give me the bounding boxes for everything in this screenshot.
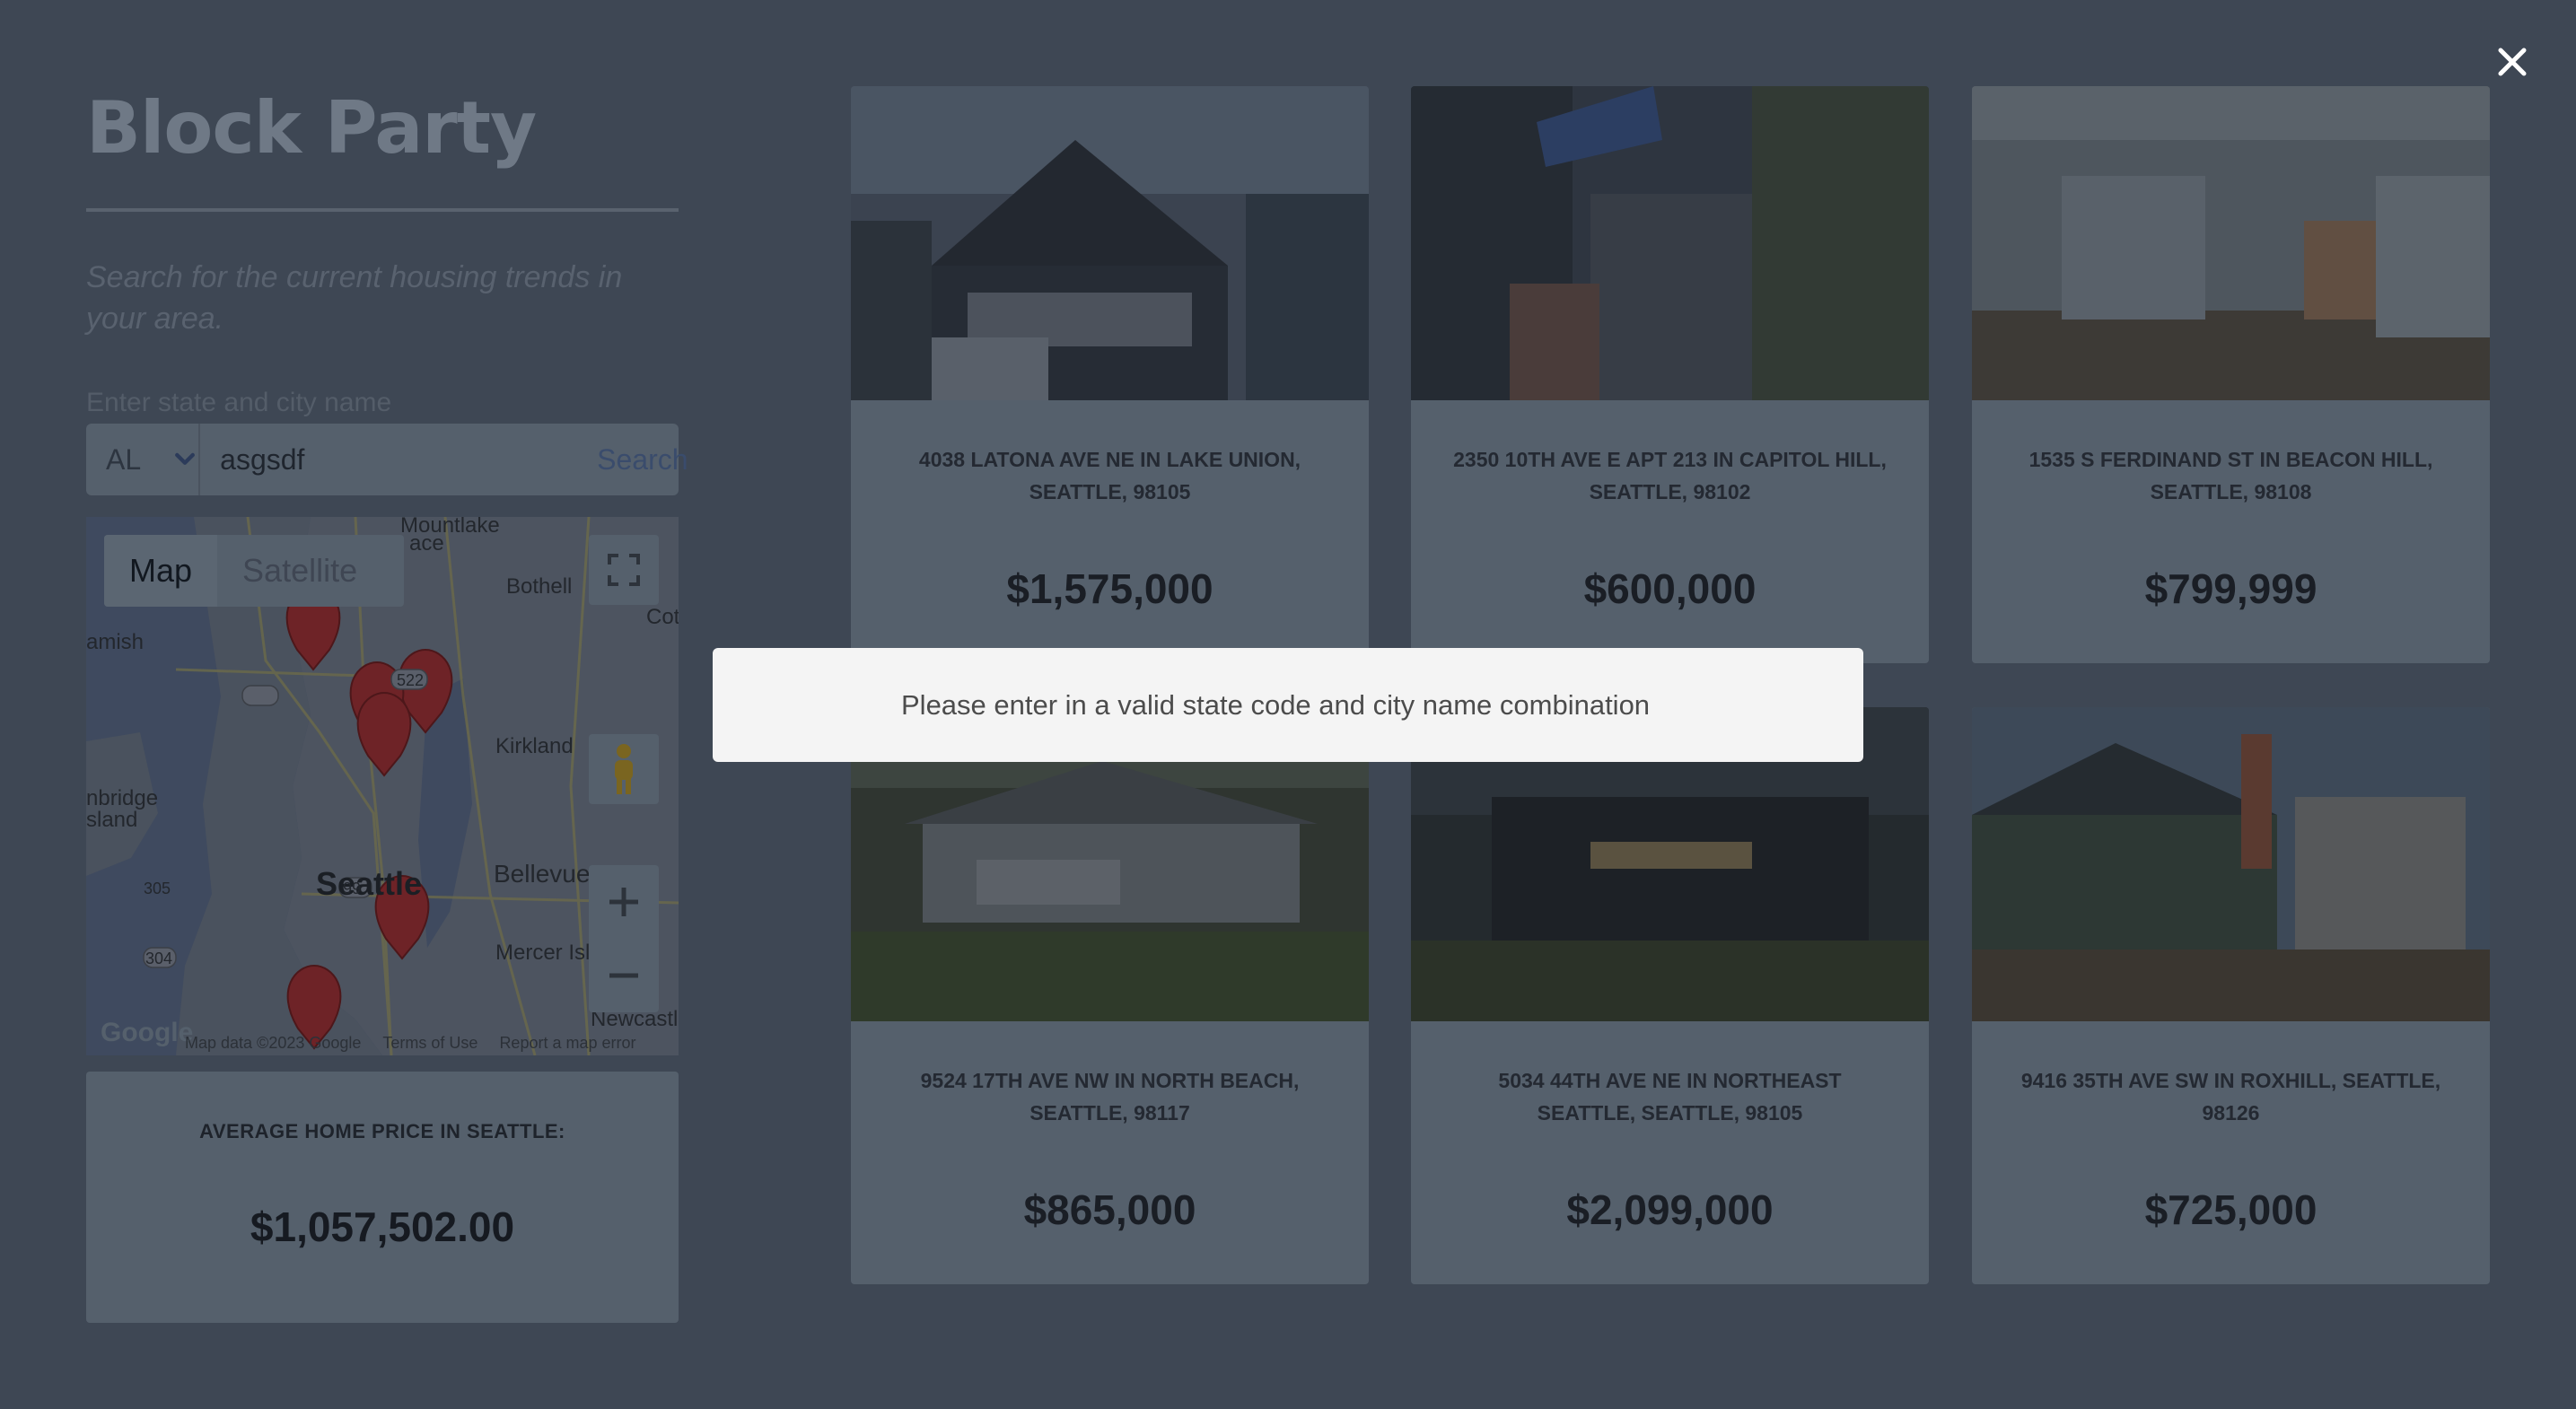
route-304: 304 [145, 950, 173, 967]
listing-address: 5034 44TH AVE NE IN NORTHEAST SEATTLE, S… [1498, 1069, 1842, 1125]
listing-address: 1535 S FERDINAND ST IN BEACON HILL, SEAT… [2028, 448, 2433, 503]
map-label-seattle: Seattle [316, 865, 423, 902]
average-price-value: $1,057,502.00 [250, 1203, 515, 1250]
map-label-kirkland: Kirkland [495, 734, 574, 758]
map-label-terrace: ace [409, 531, 444, 556]
listing-price: $600,000 [1583, 565, 1757, 612]
listing-address: 9524 17TH AVE NW IN NORTH BEACH, SEATTLE… [920, 1069, 1300, 1125]
average-price-label: AVERAGE HOME PRICE IN SEATTLE: [199, 1120, 565, 1142]
zoom-in-button[interactable] [589, 865, 659, 939]
pegman-icon [615, 744, 633, 794]
map[interactable]: Mountlake ace Bothell Cot amish Kirkland… [86, 517, 679, 1055]
state-select-value: AL [106, 442, 142, 476]
map-label-cot: Cot [646, 605, 679, 629]
search-bar: AL Search [86, 424, 688, 495]
city-input[interactable] [200, 424, 598, 495]
app-subtitle: Search for the current housing trends in… [86, 260, 623, 336]
listing-price: $1,575,000 [1006, 565, 1214, 612]
map-label-bellevue: Bellevue [494, 860, 591, 888]
close-icon [2498, 48, 2527, 76]
chevron-down-icon [175, 452, 196, 465]
report-error-link[interactable]: Report a map error [499, 1034, 635, 1053]
app-title: Block Party [86, 86, 537, 170]
listing-photo [1972, 707, 2490, 1021]
listing-card[interactable]: 9416 35TH AVE SW IN ROXHILL, SEATTLE, 98… [1972, 707, 2490, 1284]
zoom-out-button[interactable] [589, 939, 659, 1012]
listing-card[interactable]: 9524 17TH AVE NW IN NORTH BEACH, SEATTLE… [851, 707, 1369, 1284]
listing-photo [1411, 86, 1929, 400]
listing-photo [1972, 86, 2490, 400]
minus-icon [609, 973, 638, 978]
listing-card[interactable]: 5034 44TH AVE NE IN NORTHEAST SEATTLE, S… [1411, 707, 1929, 1284]
average-price-card: AVERAGE HOME PRICE IN SEATTLE: $1,057,50… [86, 1072, 679, 1323]
map-type-map[interactable]: Map [104, 535, 218, 607]
map-label-amish: amish [86, 630, 145, 654]
search-button[interactable]: Search [597, 424, 688, 495]
route-522: 522 [397, 671, 425, 689]
listing-address: 4038 LATONA AVE NE IN LAKE UNION, SEATTL… [918, 448, 1301, 503]
fullscreen-button[interactable] [589, 535, 659, 605]
listing-price: $799,999 [2144, 565, 2318, 612]
listing-price: $2,099,000 [1566, 1186, 1774, 1233]
listing-card[interactable]: 1535 S FERDINAND ST IN BEACON HILL, SEAT… [1972, 86, 2490, 663]
listing-photo [851, 86, 1369, 400]
plus-icon [609, 888, 638, 916]
state-select[interactable]: AL [86, 424, 201, 495]
route-305: 305 [144, 880, 171, 897]
map-label-island: sland [86, 808, 138, 832]
listing-address: 2350 10TH AVE E APT 213 IN CAPITOL HILL,… [1453, 448, 1887, 503]
listing-price: $725,000 [2144, 1186, 2318, 1233]
close-button[interactable] [2492, 41, 2533, 83]
page: Block Party Search for the current housi… [0, 0, 2576, 1409]
pegman-button[interactable] [589, 734, 659, 804]
listing-card[interactable]: 2350 10TH AVE E APT 213 IN CAPITOL HILL,… [1411, 86, 1929, 663]
listing-address: 9416 35TH AVE SW IN ROXHILL, SEATTLE, 98… [2020, 1069, 2441, 1125]
error-message: Please enter in a valid state code and c… [901, 688, 1651, 721]
terms-link[interactable]: Terms of Use [382, 1034, 478, 1053]
listing-price: $865,000 [1023, 1186, 1196, 1233]
search-label: Enter state and city name [86, 388, 392, 417]
error-modal: Please enter in a valid state code and c… [713, 648, 1863, 762]
map-footer: Map data ©2023 Google Terms of Use Repor… [86, 1030, 679, 1055]
route-99: 99 [343, 880, 362, 897]
map-label-bothell: Bothell [506, 574, 573, 599]
map-type-control: Map Satellite [104, 535, 404, 607]
title-divider [86, 208, 679, 212]
listing-card[interactable]: 4038 LATONA AVE NE IN LAKE UNION, SEATTL… [851, 86, 1369, 663]
map-data-credit: Map data ©2023 Google [185, 1033, 362, 1052]
map-type-satellite[interactable]: Satellite [217, 552, 382, 590]
fullscreen-icon [608, 554, 640, 586]
